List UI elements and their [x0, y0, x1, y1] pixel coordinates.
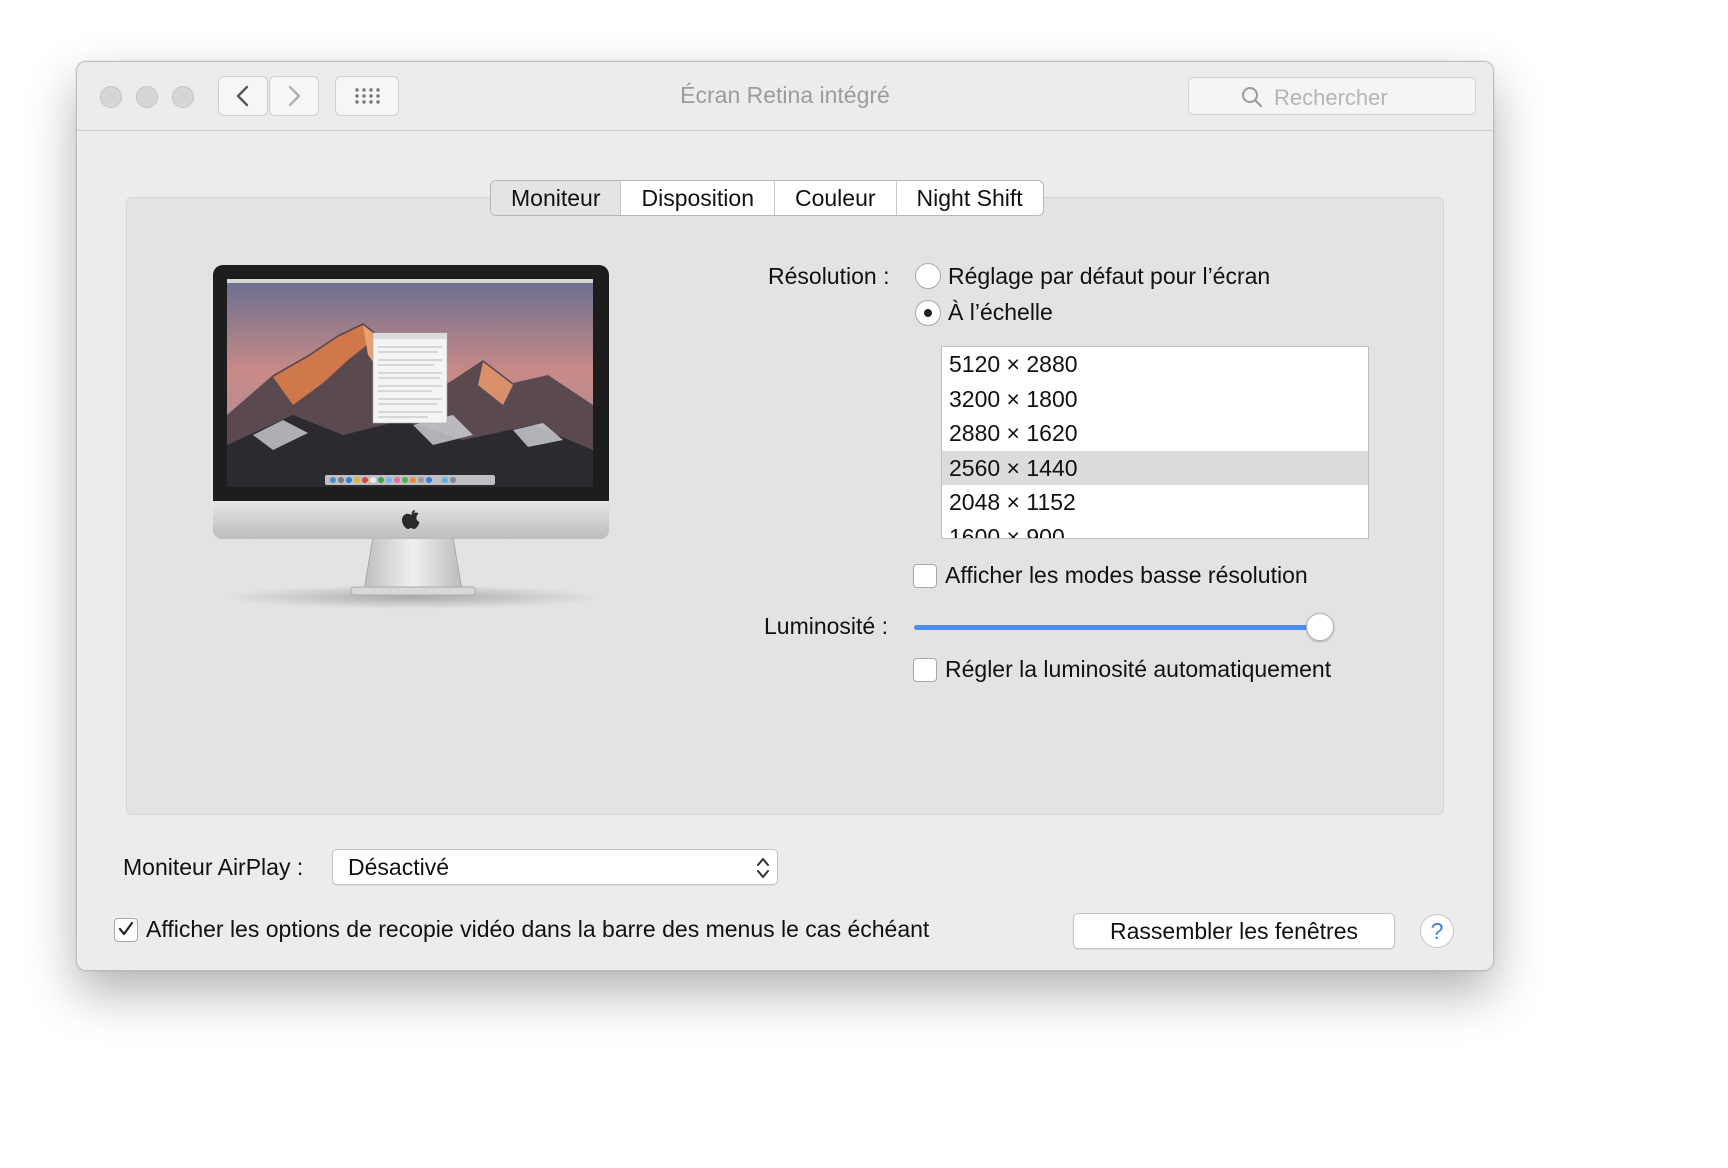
gather-windows-button[interactable]: Rassembler les fenêtres	[1073, 913, 1395, 949]
radio-default-resolution-label: Réglage par défaut pour l’écran	[948, 263, 1271, 289]
tab-moniteur[interactable]: Moniteur	[491, 181, 621, 215]
search-icon	[1242, 87, 1263, 108]
tab-disposition[interactable]: Disposition	[620, 181, 774, 215]
airplay-popup[interactable]: Désactivé	[332, 849, 778, 885]
mirroring-options-label: Afficher les options de recopie vidéo da…	[146, 916, 930, 942]
updown-chevron-icon	[757, 858, 769, 878]
brightness-slider-track[interactable]	[914, 625, 1334, 630]
auto-brightness-label: Régler la luminosité automatiquement	[945, 656, 1332, 682]
radio-default-resolution[interactable]	[915, 263, 941, 289]
low-res-modes-checkbox[interactable]	[913, 564, 937, 588]
tab-bar: Moniteur Disposition Couleur Night Shift	[490, 180, 1044, 216]
imac-illustration	[213, 265, 609, 609]
airplay-label: Moniteur AirPlay :	[123, 854, 304, 880]
airplay-popup-value: Désactivé	[348, 854, 449, 880]
resolution-option-selected[interactable]: 2560 × 1440	[942, 450, 1368, 485]
brightness-label: Luminosité :	[764, 613, 889, 639]
resolution-list[interactable]: 5120 × 2880 3200 × 1800 2880 × 1620 2560…	[941, 346, 1369, 539]
auto-brightness-checkbox[interactable]	[913, 658, 937, 682]
titlebar: Écran Retina intégré Rechercher	[77, 62, 1493, 131]
tab-couleur[interactable]: Couleur	[773, 181, 896, 215]
checkmark-icon	[118, 921, 134, 936]
radio-scaled-resolution[interactable]	[915, 300, 941, 326]
low-res-modes-label: Afficher les modes basse résolution	[945, 562, 1308, 588]
resolution-label: Résolution :	[768, 263, 890, 289]
resolution-option[interactable]: 3200 × 1800	[942, 382, 1368, 417]
brightness-slider-fill	[914, 625, 1320, 630]
mirroring-options-checkbox[interactable]	[114, 918, 138, 942]
brightness-slider-knob[interactable]	[1306, 613, 1334, 641]
resolution-option[interactable]: 5120 × 2880	[942, 347, 1368, 382]
radio-scaled-resolution-label: À l’échelle	[948, 299, 1053, 325]
tab-night-shift[interactable]: Night Shift	[895, 181, 1043, 215]
search-placeholder: Rechercher	[1274, 85, 1388, 110]
preferences-window: Écran Retina intégré Rechercher Moniteur…	[76, 61, 1494, 971]
resolution-option[interactable]: 2048 × 1152	[942, 485, 1368, 520]
resolution-option[interactable]: 2880 × 1620	[942, 416, 1368, 451]
resolution-option[interactable]: 1600 × 900	[942, 520, 1368, 539]
search-field[interactable]: Rechercher	[1188, 77, 1476, 115]
help-button[interactable]: ?	[1420, 914, 1454, 948]
